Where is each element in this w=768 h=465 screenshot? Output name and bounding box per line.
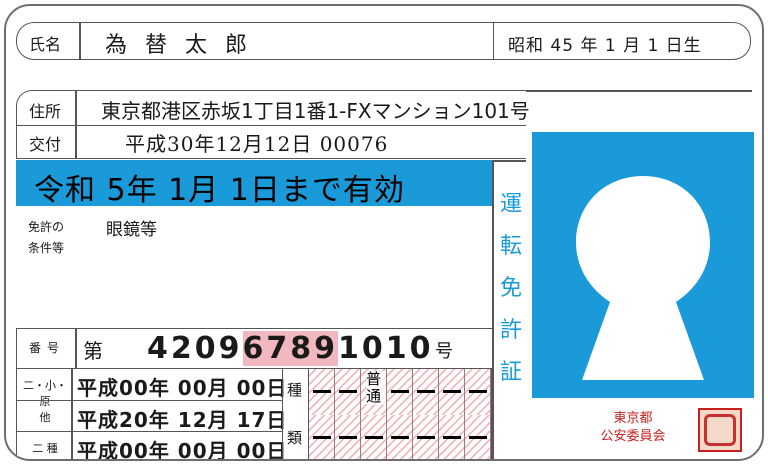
address-field: 住所 東京都港区赤坂1丁目1番1-FXマンション101号 <box>16 90 530 126</box>
card-title-vertical: 運 転 免 許 証 <box>498 184 524 394</box>
type-cell <box>439 415 465 459</box>
type-cell <box>387 415 413 459</box>
number-digits: 420967891010 <box>147 331 434 366</box>
dash-mark <box>469 390 487 393</box>
type-cell <box>335 369 361 415</box>
divider <box>75 91 77 125</box>
conditions-label: 免許の 条件等 <box>28 217 64 259</box>
license-date-value: 平成20年 12月 17日 <box>77 408 288 432</box>
type-cell <box>361 415 387 459</box>
expiry-value: 令和 5年 1月 1日まで有効 <box>34 173 405 208</box>
type-cell <box>413 415 439 459</box>
type-cell <box>309 415 335 459</box>
name-label: 氏名 <box>29 35 62 54</box>
issue-value: 平成30年12月12日 00076 <box>125 132 389 156</box>
license-date-value: 平成00年 00月 00日 <box>77 376 288 400</box>
issue-field: 交付 平成30年12月12日 00076 <box>16 125 526 159</box>
issuer-line1: 東京都 <box>613 411 653 426</box>
divider <box>75 329 77 368</box>
type-cell <box>413 369 439 415</box>
license-type-grid: 種 類 普通 <box>282 368 492 459</box>
person-silhouette-icon <box>576 176 710 380</box>
type-head-bottom: 類 <box>287 429 303 447</box>
license-card: 氏名 為替太郎 昭和 45 年 1 月 1 日生 住所 東京都港区赤坂1丁目1番… <box>4 4 764 461</box>
license-date-label: 二 種 <box>32 442 58 455</box>
divider <box>71 401 73 431</box>
type-cell <box>439 369 465 415</box>
card-title-char: 免 <box>499 276 522 301</box>
photo-area <box>532 132 754 398</box>
type-cell <box>309 369 335 415</box>
card-title-char: 運 <box>499 192 522 217</box>
number-label: 番号 <box>29 341 66 355</box>
dash-mark <box>339 436 357 439</box>
dash-mark <box>443 436 461 439</box>
conditions-value: 眼鏡等 <box>106 220 157 240</box>
type-grid-header: 種 類 <box>283 369 309 459</box>
type-cell <box>465 369 491 415</box>
dash-mark <box>417 390 435 393</box>
conditions-label-line1: 免許の <box>28 220 65 234</box>
divider <box>71 369 73 400</box>
dash-mark <box>339 390 357 393</box>
license-date-row: 二 種 平成00年 00月 00日 <box>17 431 286 459</box>
number-digits-highlight: 6789 <box>242 331 338 366</box>
type-cell-label: 普通 <box>366 371 386 405</box>
type-cell <box>335 415 361 459</box>
type-head-top: 種 <box>287 381 303 399</box>
number-suffix: 号 <box>435 341 453 362</box>
dash-mark <box>469 436 487 439</box>
type-grid-cells: 普通 <box>309 369 491 459</box>
divider <box>79 23 81 59</box>
divider <box>71 432 73 459</box>
birthdate-value: 昭和 45 年 1 月 1 日生 <box>508 36 702 56</box>
license-date-label: 他 <box>39 411 51 424</box>
license-date-row: 他 平成20年 12月 17日 <box>17 400 286 432</box>
divider <box>492 160 494 459</box>
divider <box>492 160 526 162</box>
number-digits-a: 4209 <box>147 331 243 366</box>
dash-mark <box>365 436 383 439</box>
name-field: 氏名 為替太郎 <box>16 22 494 60</box>
issuer-line2: 公安委員会 <box>600 429 666 444</box>
license-dates-table: 二・小・原 平成00年 00月 00日 他 平成20年 12月 17日 二 種 … <box>16 368 286 459</box>
card-title-char: 許 <box>499 318 522 343</box>
issuer: 東京都 公安委員会 <box>578 410 688 446</box>
license-date-value: 平成00年 00月 00日 <box>77 439 288 461</box>
dash-mark <box>391 390 409 393</box>
dash-mark <box>443 390 461 393</box>
dash-mark <box>313 390 331 393</box>
type-cell <box>465 415 491 459</box>
dash-mark <box>417 436 435 439</box>
license-date-row: 二・小・原 平成00年 00月 00日 <box>17 369 286 408</box>
expiry-band: 令和 5年 1月 1日まで有効 <box>16 160 492 208</box>
dash-mark <box>391 436 409 439</box>
license-number-field: 番号 第 420967891010 号 <box>16 328 492 368</box>
name-value: 為替太郎 <box>105 33 266 58</box>
address-value: 東京都港区赤坂1丁目1番1-FXマンション101号 <box>101 99 530 123</box>
conditions-label-line2: 条件等 <box>28 241 65 255</box>
card-title-char: 転 <box>499 234 522 259</box>
birthdate-field: 昭和 45 年 1 月 1 日生 <box>493 22 751 60</box>
number-digits-c: 1010 <box>338 331 434 366</box>
card-title-char: 証 <box>499 360 522 385</box>
issue-label: 交付 <box>29 135 62 154</box>
type-cell <box>387 369 413 415</box>
address-label: 住所 <box>29 102 62 121</box>
type-cell-ordinary: 普通 <box>361 369 387 415</box>
official-seal-icon <box>698 408 742 452</box>
divider <box>526 90 752 92</box>
divider <box>75 125 77 158</box>
dash-mark <box>313 436 331 439</box>
number-prefix: 第 <box>83 339 103 363</box>
seal-ring <box>704 414 736 446</box>
